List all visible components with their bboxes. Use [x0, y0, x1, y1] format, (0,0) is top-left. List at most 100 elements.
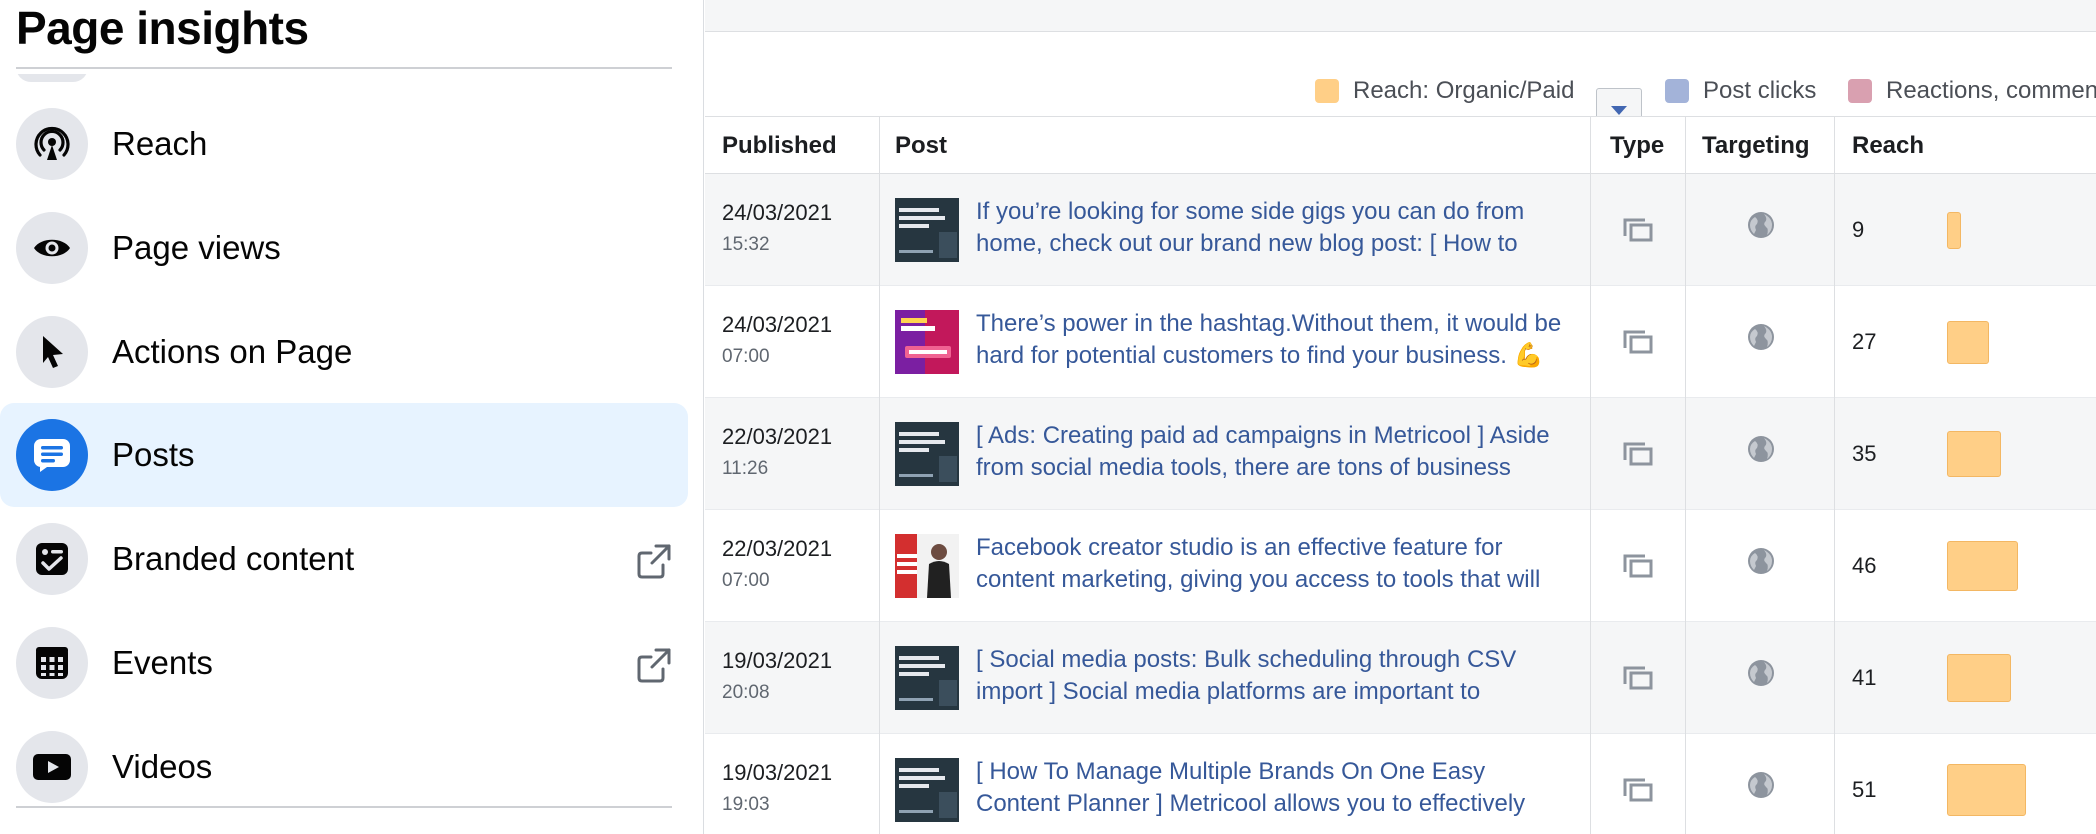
post-type-icon	[1622, 664, 1654, 692]
post-type-icon	[1622, 216, 1654, 244]
post-text-link[interactable]: [ Ads: Creating paid ad campaigns in Met…	[976, 420, 1566, 486]
reach-bar[interactable]	[1947, 541, 2018, 591]
published-time: 20:08	[722, 682, 770, 703]
reach-bar[interactable]	[1947, 654, 2011, 702]
post-thumbnail[interactable]	[895, 310, 959, 374]
targeting-globe-icon	[1746, 322, 1776, 352]
table-row[interactable]: 19/03/2021 19:03 [ How To Manage Multiple …	[705, 734, 2096, 834]
post-type-icon	[1622, 776, 1654, 804]
published-date: 19/03/2021	[722, 648, 833, 673]
posts-panel: Reach: Organic/Paid Post clicks Reaction…	[705, 0, 2096, 834]
reach-bar[interactable]	[1947, 212, 1961, 249]
sidebar-item-branded-content[interactable]: Branded content	[0, 507, 688, 611]
legend-reactions-label: Reactions, comments	[1886, 77, 2096, 104]
targeting-globe-icon	[1746, 210, 1776, 240]
col-targeting-header[interactable]: Targeting	[1702, 117, 1810, 175]
reach-value: 41	[1852, 665, 1877, 690]
col-reach-header[interactable]: Reach	[1852, 117, 1924, 175]
table-row[interactable]: 19/03/2021 20:08 [ Social media posts: Bul…	[705, 622, 2096, 734]
legend-post-clicks[interactable]: Post clicks	[1665, 76, 1816, 106]
published-date: 24/03/2021	[722, 312, 833, 337]
col-divider	[1590, 116, 1591, 834]
col-published-header[interactable]: Published	[722, 117, 837, 175]
published-time: 11:26	[722, 458, 769, 479]
sidebar-item-videos[interactable]: Videos	[0, 715, 688, 819]
sidebar-item-actions-on-page[interactable]: Actions on Page	[0, 300, 688, 404]
published-date: 19/03/2021	[722, 760, 833, 785]
table-row[interactable]: 22/03/2021 07:00 Facebook creator studio i…	[705, 510, 2096, 622]
targeting-globe-icon	[1746, 434, 1776, 464]
reach-value: 27	[1852, 329, 1877, 354]
sidebar-item-reach[interactable]: Reach	[0, 92, 688, 196]
calendar-icon	[16, 627, 88, 699]
legend-post-clicks-swatch	[1665, 79, 1689, 103]
top-toolbar-strip	[705, 0, 2096, 32]
sidebar-item-label: Events	[112, 644, 213, 681]
published-date: 22/03/2021	[722, 424, 833, 449]
sidebar-item-label: Actions on Page	[112, 333, 353, 370]
sidebar-top-divider	[16, 67, 672, 69]
published-date: 22/03/2021	[722, 536, 833, 561]
published-time: 15:32	[722, 234, 770, 255]
post-thumbnail[interactable]	[895, 422, 959, 486]
table-row[interactable]: 24/03/2021 15:32 If you’re looking for som…	[705, 174, 2096, 286]
sidebar-bottom-divider	[16, 806, 672, 808]
post-text-link[interactable]: [ Social media posts: Bulk scheduling th…	[976, 644, 1566, 710]
post-type-icon	[1622, 440, 1654, 468]
eye-icon	[16, 212, 88, 284]
published-time: 07:00	[722, 570, 770, 591]
post-text-link[interactable]: Facebook creator studio is an effective …	[976, 532, 1566, 598]
col-type-header[interactable]: Type	[1610, 117, 1664, 175]
legend-reach[interactable]: Reach: Organic/Paid	[1315, 76, 1574, 106]
post-thumbnail[interactable]	[895, 758, 959, 822]
sidebar-item-events[interactable]: Events	[0, 611, 688, 715]
post-thumbnail[interactable]	[895, 646, 959, 710]
legend-reactions[interactable]: Reactions, comments	[1848, 76, 2096, 106]
legend-post-clicks-label: Post clicks	[1703, 77, 1817, 104]
cursor-icon	[16, 316, 88, 388]
sidebar-item-label: Page views	[112, 229, 281, 266]
targeting-globe-icon	[1746, 546, 1776, 576]
reach-bar[interactable]	[1947, 321, 1989, 364]
reach-value: 9	[1852, 217, 1865, 242]
table-row[interactable]: 24/03/2021 07:00 There’s power in the hash…	[705, 286, 2096, 398]
post-text-link[interactable]: [ How To Manage Multiple Brands On One E…	[976, 756, 1566, 822]
col-divider	[879, 116, 880, 834]
sidebar-item-page-views[interactable]: Page views	[0, 196, 688, 300]
legend-reach-swatch	[1315, 79, 1339, 103]
sidebar-item-posts[interactable]: Posts	[0, 403, 688, 507]
legend-reach-label: Reach: Organic/Paid	[1353, 77, 1575, 104]
sidebar-item-label: Branded content	[112, 540, 355, 577]
reach-bar[interactable]	[1947, 431, 2001, 477]
external-link-icon[interactable]	[634, 541, 674, 581]
reach-value: 35	[1852, 441, 1877, 466]
post-type-icon	[1622, 552, 1654, 580]
reach-value: 46	[1852, 553, 1877, 578]
table-row[interactable]: 22/03/2021 11:26 [ Ads: Creating paid ad c…	[705, 398, 2096, 510]
video-icon	[16, 731, 88, 803]
page-insights-sidebar: Page insights Reach Page views Actions on …	[0, 0, 704, 834]
sidebar-title: Page insights	[16, 2, 309, 54]
post-thumbnail[interactable]	[895, 198, 959, 262]
legend-reactions-swatch	[1848, 79, 1872, 103]
post-text-link[interactable]: There’s power in the hashtag.Without the…	[976, 308, 1566, 374]
col-post-header[interactable]: Post	[895, 117, 947, 175]
table-header: Published Post Type Targeting Reach	[705, 116, 2096, 174]
sidebar-item-label: Posts	[112, 436, 195, 473]
published-date: 24/03/2021	[722, 200, 833, 225]
post-text-link[interactable]: If you’re looking for some side gigs you…	[976, 196, 1566, 262]
reach-value: 51	[1852, 777, 1877, 802]
col-divider	[1834, 116, 1835, 834]
chart-legend: Reach: Organic/Paid Post clicks Reaction…	[705, 32, 2096, 134]
published-time: 19:03	[722, 794, 770, 815]
branded-content-icon	[16, 523, 88, 595]
post-type-icon	[1622, 328, 1654, 356]
sidebar-item-label: Reach	[112, 125, 208, 162]
targeting-globe-icon	[1746, 770, 1776, 800]
reach-bar[interactable]	[1947, 764, 2026, 816]
sidebar-item-label: Videos	[112, 748, 213, 785]
post-thumbnail[interactable]	[895, 534, 959, 598]
col-divider	[1685, 116, 1686, 834]
reach-icon	[16, 108, 88, 180]
external-link-icon[interactable]	[634, 645, 674, 685]
